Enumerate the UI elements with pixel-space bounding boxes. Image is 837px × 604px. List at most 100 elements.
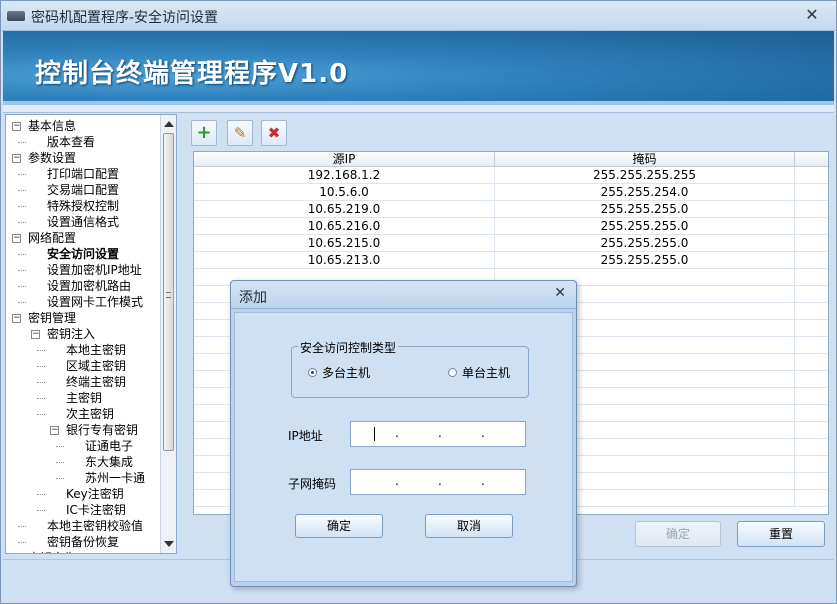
banner-title: 控制台终端管理程序V1.0 — [35, 59, 349, 89]
tree-item[interactable]: 设置加密机路由 — [47, 278, 131, 294]
radio-single-label: 单台主机 — [462, 366, 511, 380]
tree-connector — [18, 142, 26, 143]
table-row[interactable]: 10.5.6.0 255.255.254.0 — [194, 184, 828, 201]
reset-button[interactable]: 重置 — [737, 521, 825, 547]
tree-item[interactable]: 设置加密机IP地址 — [47, 262, 142, 278]
tree-item[interactable]: 密钥管理 — [28, 310, 76, 326]
table-row[interactable]: 10.65.215.0 255.255.255.0 — [194, 235, 828, 252]
collapse-icon[interactable]: − — [12, 314, 21, 323]
radio-unchecked-icon — [448, 368, 457, 377]
collapse-icon[interactable]: − — [12, 122, 21, 131]
tree-scrollbar[interactable] — [160, 115, 176, 553]
cell-mask: 255.255.255.255 — [495, 167, 795, 184]
collapse-icon[interactable]: − — [50, 426, 59, 435]
tree-item[interactable]: 东大集成 — [85, 454, 133, 470]
tree-item[interactable]: 密钥备份恢复 — [47, 534, 119, 550]
ip-separator: . — [481, 474, 485, 488]
tree-item[interactable]: 本地主密钥 — [66, 342, 126, 358]
tree-item[interactable]: 参数设置 — [28, 150, 76, 166]
delete-icon: ✖ — [267, 124, 281, 142]
column-header-source-ip[interactable]: 源IP — [194, 152, 495, 167]
edit-icon: ✎ — [233, 124, 247, 142]
cell-source-ip: 10.65.219.0 — [194, 201, 495, 218]
tree-item[interactable]: 主密钥 — [66, 390, 102, 406]
banner: 控制台终端管理程序V1.0 — [3, 31, 834, 105]
tree-item[interactable]: 版本查看 — [47, 134, 95, 150]
dialog-ok-button[interactable]: 确定 — [295, 514, 383, 538]
group-title: 安全访问控制类型 — [298, 339, 399, 356]
cell-mask: 255.255.255.0 — [495, 235, 795, 252]
tree-connector — [37, 398, 45, 399]
radio-checked-icon — [308, 368, 317, 377]
table-row[interactable]: 10.65.216.0 255.255.255.0 — [194, 218, 828, 235]
tree-connector — [37, 382, 45, 383]
cell-source-ip: 10.5.6.0 — [194, 184, 495, 201]
scroll-up-icon[interactable] — [164, 121, 174, 127]
tree-item[interactable]: 苏州一卡通 — [85, 470, 145, 486]
edit-button[interactable]: ✎ — [227, 120, 253, 146]
tree-item[interactable]: IC卡注密钥 — [66, 502, 126, 518]
table-row[interactable]: 10.65.213.0 255.255.255.0 — [194, 252, 828, 269]
tree-item[interactable]: 次主密钥 — [66, 406, 114, 422]
nav-tree: 基本信息 − 版本查看 参数设置 − 打印端口配置 交易端口配置 特殊授权控制 设置通信格式 网络… — [5, 114, 177, 554]
tree-item[interactable]: 特殊授权控制 — [47, 198, 119, 214]
tree-item[interactable]: 银行专有密钥 — [66, 422, 138, 438]
table-row[interactable]: 10.65.219.0 255.255.255.0 — [194, 201, 828, 218]
dialog-body: 安全访问控制类型 多台主机 单台主机 IP地址 . . . 子网掩码 . . .… — [234, 312, 573, 582]
tree-item[interactable]: 安全访问设置 — [47, 246, 119, 262]
tree-connector — [37, 494, 45, 495]
tree-item[interactable]: 网络配置 — [28, 230, 76, 246]
tree-item[interactable]: 区域主密钥 — [66, 358, 126, 374]
tree-connector — [18, 302, 26, 303]
tree-connector — [18, 222, 26, 223]
tree-connector — [18, 542, 26, 543]
dialog-cancel-button[interactable]: 取消 — [425, 514, 513, 538]
plus-icon: + — [196, 122, 212, 143]
close-icon[interactable]: ✕ — [802, 5, 822, 25]
tree-connector — [56, 446, 64, 447]
ip-separator: . — [438, 426, 442, 440]
cell-mask: 255.255.255.0 — [495, 252, 795, 269]
confirm-button[interactable]: 确定 — [635, 521, 721, 547]
tree-item[interactable]: 基本信息 — [28, 118, 76, 134]
tree-item[interactable]: 设置网卡工作模式 — [47, 294, 143, 310]
ip-address-input[interactable]: . . . — [350, 421, 526, 447]
tree-item[interactable]: 交易端口配置 — [47, 182, 119, 198]
delete-button[interactable]: ✖ — [261, 120, 287, 146]
collapse-icon[interactable]: − — [12, 234, 21, 243]
add-button[interactable]: + — [191, 120, 217, 146]
tree-item[interactable]: 密钥产生 — [28, 550, 76, 553]
tree-item[interactable]: 终端主密钥 — [66, 374, 126, 390]
tree-connector — [18, 206, 26, 207]
dialog-close-icon[interactable]: ✕ — [554, 285, 566, 301]
cell-mask: 255.255.255.0 — [495, 218, 795, 235]
cell-mask: 255.255.255.0 — [495, 201, 795, 218]
dialog-title: 添加 — [239, 290, 267, 306]
subnet-mask-input[interactable]: . . . — [350, 469, 526, 495]
tree-item[interactable]: 打印端口配置 — [47, 166, 119, 182]
tree-connector — [18, 270, 26, 271]
tree-connector — [18, 190, 26, 191]
collapse-icon[interactable]: − — [31, 330, 40, 339]
tree-item[interactable]: 本地主密钥校验值 — [47, 518, 143, 534]
tree-connector — [18, 254, 26, 255]
tree-connector — [37, 510, 45, 511]
title-bar: 密码机配置程序-安全访问设置 ✕ — [1, 1, 836, 31]
tree-item[interactable]: 设置通信格式 — [47, 214, 119, 230]
ip-separator: . — [395, 426, 399, 440]
cell-mask: 255.255.254.0 — [495, 184, 795, 201]
tree-connector — [37, 414, 45, 415]
tree-connector — [37, 350, 45, 351]
ip-separator: . — [481, 426, 485, 440]
table-row[interactable]: 192.168.1.2 255.255.255.255 — [194, 167, 828, 184]
separator — [3, 105, 834, 113]
tree-item[interactable]: 证通电子 — [85, 438, 133, 454]
tree-item[interactable]: 密钥注入 — [47, 326, 95, 342]
tree-connector — [56, 462, 64, 463]
scroll-thumb[interactable] — [163, 133, 174, 451]
tree-item[interactable]: Key注密钥 — [66, 486, 124, 502]
scroll-down-icon[interactable] — [164, 541, 174, 547]
column-header-mask[interactable]: 掩码 — [495, 152, 795, 167]
table-header: 源IP 掩码 — [194, 152, 828, 167]
collapse-icon[interactable]: − — [12, 154, 21, 163]
